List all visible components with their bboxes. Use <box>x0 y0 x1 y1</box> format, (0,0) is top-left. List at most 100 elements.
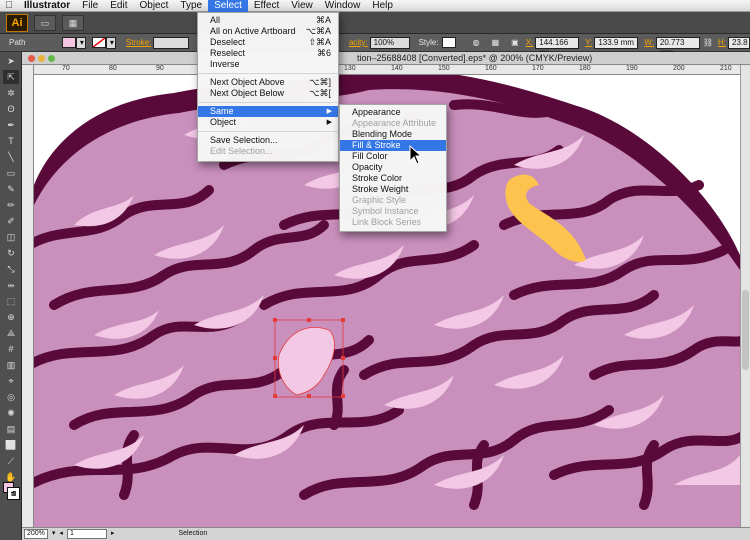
vertical-scroll-thumb[interactable] <box>742 290 749 370</box>
stroke-swatch[interactable] <box>91 37 106 48</box>
menu-view[interactable]: View <box>285 0 319 12</box>
horizontal-ruler[interactable]: 70 80 90 100 110 120 130 140 150 160 170… <box>34 65 740 75</box>
menu-item-next-object-below[interactable]: Next Object Below ⌥⌘[ <box>198 88 338 99</box>
menu-window[interactable]: Window <box>319 0 367 12</box>
h-field[interactable]: 23.8 <box>728 36 750 49</box>
submenu-item-stroke-color[interactable]: Stroke Color <box>340 173 446 184</box>
mesh-tool-icon[interactable]: # <box>3 342 19 356</box>
pencil-tool-icon[interactable]: ✏ <box>3 198 19 212</box>
stroke-weight-field[interactable] <box>153 36 190 49</box>
eraser-tool-icon[interactable]: ◫ <box>3 230 19 244</box>
opacity-label[interactable]: acity: <box>347 38 370 47</box>
pen-tool-icon[interactable]: ✒ <box>3 118 19 132</box>
align-icon[interactable]: ▦ <box>489 38 503 47</box>
symbol-sprayer-tool-icon[interactable]: ✺ <box>3 406 19 420</box>
menu-item-edit-selection: Edit Selection... <box>210 146 273 156</box>
vertical-ruler[interactable] <box>22 65 34 527</box>
artboard-number-field[interactable]: 1 <box>66 529 107 539</box>
menu-item-all-on-active-artboard[interactable]: All on Active Artboard ⌥⌘A <box>198 26 338 37</box>
menu-object[interactable]: Object <box>133 0 174 12</box>
submenu-item-opacity[interactable]: Opacity <box>340 162 446 173</box>
paintbrush-tool-icon[interactable]: ✎ <box>3 182 19 196</box>
shape-builder-tool-icon[interactable]: ⊕ <box>3 310 19 324</box>
type-tool-icon[interactable]: T <box>3 134 19 148</box>
fill-swatch[interactable] <box>61 37 76 48</box>
submenu-item-fill-color[interactable]: Fill Color <box>340 151 446 162</box>
rotate-tool-icon[interactable]: ↻ <box>3 246 19 260</box>
slice-tool-icon[interactable]: ⟋ <box>3 454 19 468</box>
style-label: Style: <box>418 38 439 47</box>
ruler-tick: 200 <box>673 65 685 72</box>
menu-app-name[interactable]: Illustrator <box>18 0 76 12</box>
blob-brush-tool-icon[interactable]: ✐ <box>3 214 19 228</box>
apple-menu-icon[interactable]:  <box>0 0 18 11</box>
fill-stroke-widget[interactable] <box>3 482 20 512</box>
stroke-dropdown[interactable]: ▾ <box>105 36 116 49</box>
line-tool-icon[interactable]: ╲ <box>3 150 19 164</box>
submenu-item-fill-and-stroke[interactable]: Fill & Stroke <box>340 140 446 151</box>
scale-tool-icon[interactable]: ⤡ <box>3 262 19 276</box>
magic-wand-tool-icon[interactable]: ✲ <box>3 86 19 100</box>
eyedropper-tool-icon[interactable]: ⌖ <box>3 374 19 388</box>
stroke-label[interactable]: Stroke: <box>124 38 153 47</box>
menu-effect[interactable]: Effect <box>248 0 285 12</box>
fill-dropdown[interactable]: ▾ <box>75 36 86 49</box>
document-tab[interactable]: tion–25688408 [Converted].eps* @ 200% (C… <box>22 52 750 65</box>
recolor-icon[interactable]: ◍ <box>470 38 483 47</box>
minimize-window-icon[interactable] <box>38 55 45 62</box>
submenu-item-appearance[interactable]: Appearance <box>340 107 446 118</box>
selection-tool-icon[interactable]: ➤ <box>3 54 19 68</box>
perspective-grid-tool-icon[interactable]: ⟁ <box>3 326 19 340</box>
menu-item-next-object-above[interactable]: Next Object Above ⌥⌘] <box>198 77 338 88</box>
menu-item-inverse[interactable]: Inverse <box>198 59 338 70</box>
next-artboard-icon[interactable]: ▸ <box>111 528 115 540</box>
menu-item-all[interactable]: All ⌘A <box>198 15 338 26</box>
menu-help[interactable]: Help <box>366 0 399 12</box>
blend-tool-icon[interactable]: ◎ <box>3 390 19 404</box>
menu-item-reselect[interactable]: Reselect ⌘6 <box>198 48 338 59</box>
status-text[interactable]: Selection <box>178 528 207 540</box>
y-label[interactable]: Y: <box>583 38 594 47</box>
constrain-proportions-icon[interactable]: ⛓ <box>700 38 716 47</box>
menu-item-deselect[interactable]: Deselect ⇧⌘A <box>198 37 338 48</box>
reference-point-icon[interactable]: ▣ <box>508 38 522 47</box>
ruler-tick: 70 <box>62 65 70 72</box>
x-label[interactable]: X: <box>524 38 536 47</box>
menu-file[interactable]: File <box>76 0 104 12</box>
zoom-window-icon[interactable] <box>48 55 55 62</box>
menu-type[interactable]: Type <box>174 0 208 12</box>
bridge-button[interactable]: ▭ <box>34 14 56 31</box>
menu-select[interactable]: Select <box>208 0 248 12</box>
menu-edit[interactable]: Edit <box>104 0 133 12</box>
zoom-level-field[interactable]: 200% <box>24 529 48 539</box>
lasso-tool-icon[interactable]: ʘ <box>3 102 19 116</box>
submenu-item-blending-mode[interactable]: Blending Mode <box>340 129 446 140</box>
menu-item-save-selection[interactable]: Save Selection... <box>198 135 338 146</box>
close-window-icon[interactable] <box>28 55 35 62</box>
menu-item-object[interactable]: Object ▶ <box>198 117 338 128</box>
h-label[interactable]: H: <box>716 38 728 47</box>
ruler-tick: 140 <box>391 65 403 72</box>
vertical-scrollbar[interactable] <box>740 65 750 527</box>
w-label[interactable]: W: <box>642 38 656 47</box>
style-swatch[interactable] <box>441 37 456 48</box>
w-field[interactable]: 20.773 mm <box>655 36 700 57</box>
width-tool-icon[interactable]: ⥈ <box>3 278 19 292</box>
x-field[interactable]: 144.166 mr <box>535 36 580 57</box>
submenu-item-stroke-weight[interactable]: Stroke Weight <box>340 184 446 195</box>
menu-item-same[interactable]: Same ▶ <box>198 106 338 117</box>
arrange-documents-button[interactable]: ▦ <box>62 14 84 31</box>
y-field[interactable]: 133.9 mm <box>594 36 639 49</box>
graph-tool-icon[interactable]: ▤ <box>3 422 19 436</box>
prev-artboard-icon[interactable]: ◂ <box>59 528 63 540</box>
direct-selection-tool-icon[interactable]: ⇱ <box>3 70 19 84</box>
submenu-item-symbol-instance: Symbol Instance <box>352 206 419 216</box>
ruler-tick: 210 <box>720 65 732 72</box>
opacity-field[interactable]: 100% <box>369 36 410 49</box>
stroke-color-icon[interactable] <box>7 487 20 500</box>
zoom-dropdown-icon[interactable]: ▾ <box>52 528 56 540</box>
artboard-tool-icon[interactable]: ⬜ <box>3 438 19 452</box>
free-transform-tool-icon[interactable]: ⬚ <box>3 294 19 308</box>
gradient-tool-icon[interactable]: ▥ <box>3 358 19 372</box>
rectangle-tool-icon[interactable]: ▭ <box>3 166 19 180</box>
